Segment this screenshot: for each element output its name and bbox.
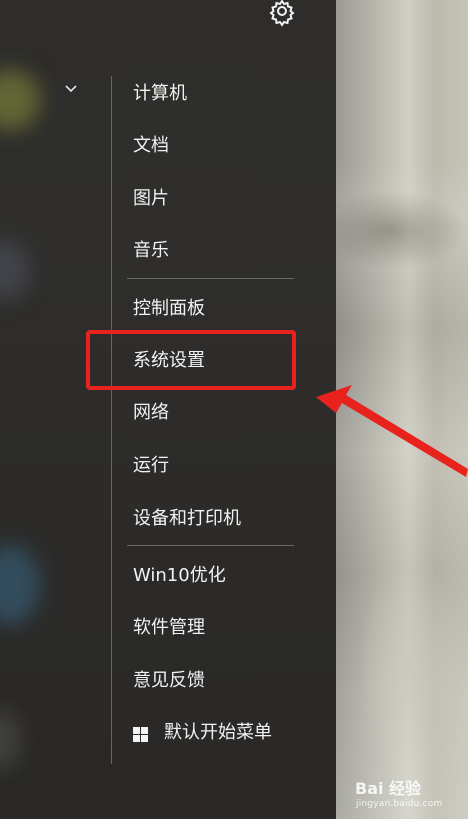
menu-item-devices-printers[interactable]: 设备和打印机 [133,499,241,539]
menu-item-feedback[interactable]: 意见反馈 [133,661,205,701]
tile-blur [0,70,40,130]
start-menu-panel: 计算机 文档 图片 音乐 控制面板 系统设置 网络 运行 设备和打印机 Win1… [0,0,336,819]
tile-blur [0,240,30,300]
watermark-brand: Bai 经验 [355,779,422,798]
menu-item-music[interactable]: 音乐 [133,231,169,271]
gear-icon[interactable] [266,0,298,30]
annotation-arrow [316,385,468,477]
menu-item-run[interactable]: 运行 [133,446,169,486]
watermark-url: jingyan.baidu.com [356,799,443,809]
menu-item-default-start[interactable]: 默认开始菜单 [164,713,272,753]
chevron-down-icon[interactable] [63,82,79,96]
baidu-watermark: Bai 经验 jingyan.baidu.com [355,775,465,817]
annotation-highlight-box [86,330,296,390]
menu-separator [127,545,294,546]
windows-logo-icon [133,727,148,742]
menu-vertical-divider [111,76,112,764]
menu-item-control-panel[interactable]: 控制面板 [133,289,205,329]
menu-separator [127,278,294,279]
menu-item-network[interactable]: 网络 [133,393,169,433]
menu-item-computer[interactable]: 计算机 [133,74,187,114]
tile-blur [0,545,40,625]
menu-item-software-manager[interactable]: 软件管理 [133,608,205,648]
menu-item-win10-optimize[interactable]: Win10优化 [133,556,226,596]
menu-item-pictures[interactable]: 图片 [133,179,169,219]
tile-blur [0,710,20,770]
menu-item-documents[interactable]: 文档 [133,126,169,166]
